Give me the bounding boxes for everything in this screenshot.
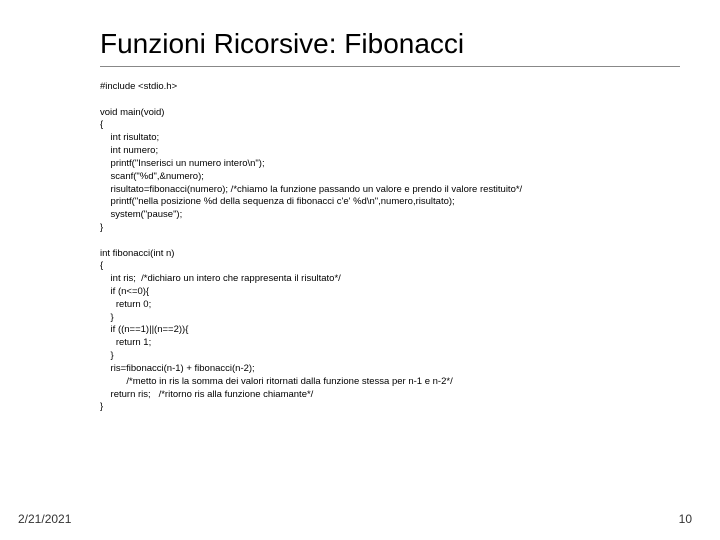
footer-page-number: 10 <box>679 512 692 526</box>
code-block: #include <stdio.h> void main(void) { int… <box>100 81 680 414</box>
slide-title: Funzioni Ricorsive: Fibonacci <box>100 28 680 60</box>
title-rule <box>100 66 680 67</box>
slide: Funzioni Ricorsive: Fibonacci #include <… <box>0 0 720 540</box>
footer-date: 2/21/2021 <box>18 512 71 526</box>
